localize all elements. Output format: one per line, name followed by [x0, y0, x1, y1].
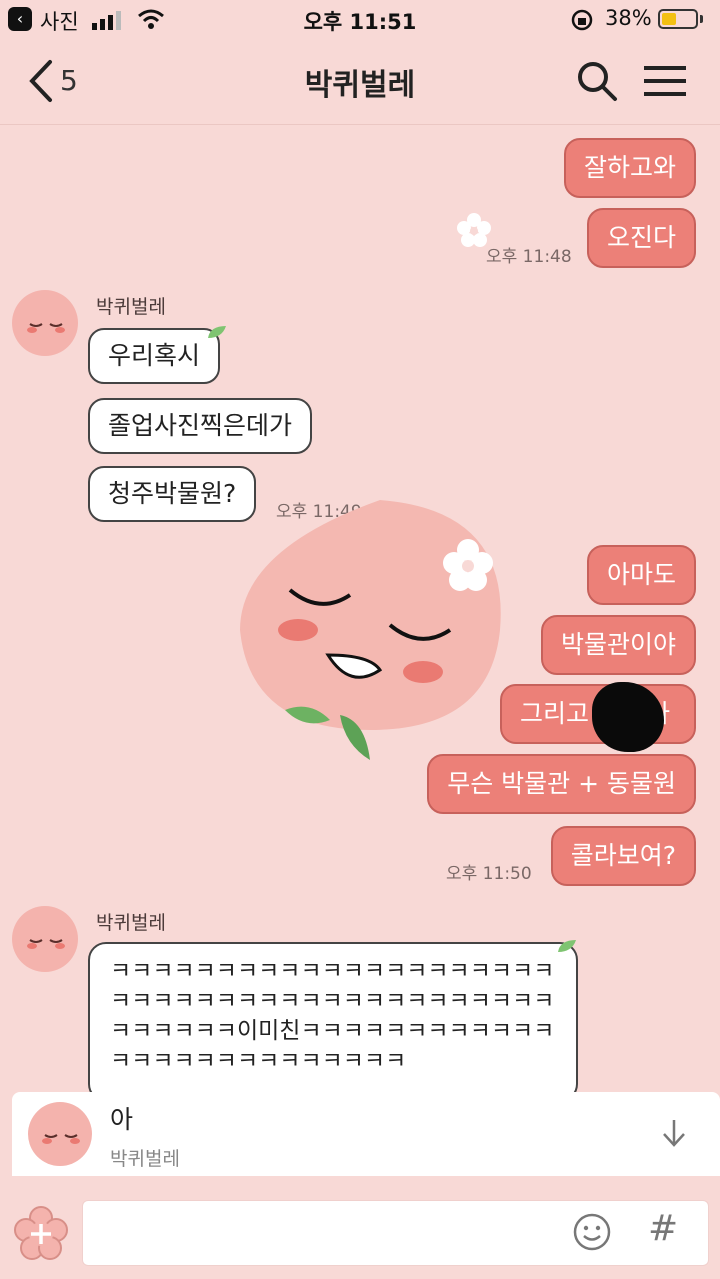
- their-message[interactable]: 졸업사진찍은데가: [88, 398, 313, 454]
- reply-preview[interactable]: 아 박퀴벌레: [12, 1092, 720, 1176]
- battery-icon: [658, 9, 698, 29]
- reply-sender: 박퀴벌레: [110, 1148, 180, 1170]
- avatar[interactable]: [12, 290, 78, 356]
- message-time: 오후 11:50: [446, 864, 532, 884]
- peach-face-icon: [27, 939, 65, 949]
- emoji-icon[interactable]: [572, 1212, 612, 1252]
- hash-icon[interactable]: #: [648, 1208, 678, 1249]
- flower-decoration-icon: [457, 213, 491, 247]
- message-time: 오후 11:48: [486, 247, 572, 267]
- leaf-icon: [558, 940, 576, 952]
- message-input[interactable]: [82, 1200, 709, 1266]
- my-message[interactable]: 박물관이야: [540, 615, 696, 675]
- avatar[interactable]: [12, 906, 78, 972]
- plus-icon[interactable]: [12, 1204, 70, 1262]
- peach-face-icon: [27, 323, 65, 333]
- message-text: 그리고: [520, 699, 590, 728]
- menu-icon[interactable]: [644, 64, 686, 98]
- my-message[interactable]: 잘하고와: [563, 138, 696, 198]
- leaf-icon: [208, 326, 226, 338]
- my-message[interactable]: 아마도: [586, 545, 696, 605]
- my-message[interactable]: 무슨 박물관 + 동물원: [427, 754, 696, 814]
- my-message[interactable]: 오진다: [586, 208, 696, 268]
- sender-name: 박퀴벌레: [96, 296, 166, 318]
- battery-tip: [700, 15, 703, 23]
- peach-sticker-icon: [240, 500, 501, 760]
- peach-face-icon: [42, 1134, 80, 1144]
- their-message[interactable]: 우리혹시: [88, 328, 221, 384]
- my-message[interactable]: 콜라보여?: [550, 826, 696, 886]
- status-bar: ‹ 사진 오후 11:51 38%: [0, 0, 720, 40]
- reply-avatar: [28, 1102, 92, 1166]
- orientation-lock-icon: [571, 9, 593, 31]
- sender-name: 박퀴벌레: [96, 912, 166, 934]
- battery-percent: 38%: [605, 6, 652, 30]
- search-icon[interactable]: [576, 60, 618, 102]
- their-message[interactable]: ㅋㅋㅋㅋㅋㅋㅋㅋㅋㅋㅋㅋㅋㅋㅋㅋㅋㅋㅋㅋㅋㅋㅋㅋㅋㅋㅋㅋㅋㅋㅋㅋㅋㅋㅋㅋㅋㅋㅋㅋ…: [88, 942, 578, 1102]
- reply-text: 아: [110, 1105, 134, 1134]
- scroll-down-icon[interactable]: [660, 1118, 688, 1148]
